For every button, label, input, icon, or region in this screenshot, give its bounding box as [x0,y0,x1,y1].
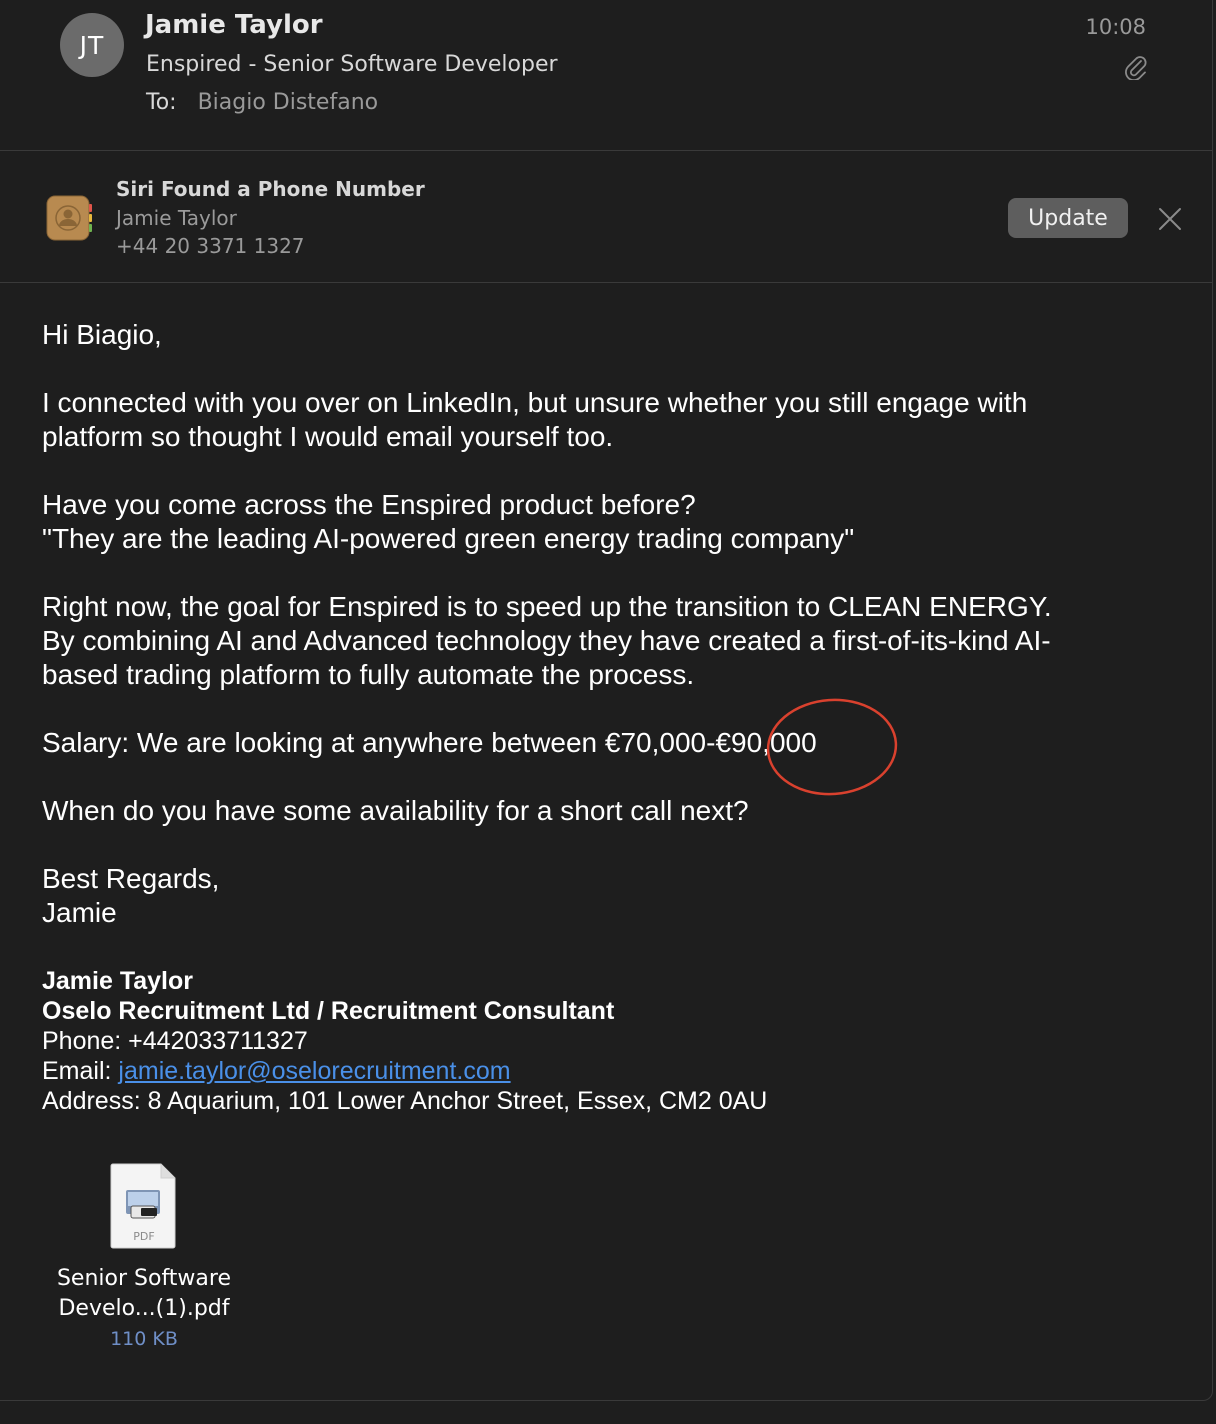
greeting: Hi Biagio, [42,319,162,350]
pdf-type-label: PDF [133,1230,154,1243]
siri-suggestion-contact-name: Jamie Taylor [116,206,237,230]
email-signature: Jamie Taylor Oselo Recruitment Ltd / Rec… [42,966,767,1116]
recipient-name[interactable]: Biagio Distefano [198,90,379,115]
email-window: JT Jamie Taylor Enspired - Senior Softwa… [0,0,1213,1401]
message-header: JT Jamie Taylor Enspired - Senior Softwa… [0,0,1212,151]
body-line: "They are the leading AI-powered green e… [42,523,855,554]
body-line: Right now, the goal for Enspired is to s… [42,591,1052,622]
signature-address: Address: 8 Aquarium, 101 Lower Anchor St… [42,1087,768,1115]
annotation-circle [766,698,898,796]
to-label: To: [146,90,177,115]
email-body: Hi Biagio, I connected with you over on … [42,318,1182,964]
signature-email-label: Email: [42,1057,119,1085]
closing: Best Regards, Jamie [42,862,1182,930]
closing-name: Jamie [42,897,117,928]
received-time: 10:08 [1085,15,1146,39]
signature-email-row: Email: jamie.taylor@oselorecruitment.com [42,1056,767,1086]
pdf-file-icon: PDF [110,1163,176,1249]
body-line: By combining AI and Advanced technology … [42,625,1051,656]
sender-avatar[interactable]: JT [60,13,124,77]
attachment-name-line: Senior Software [56,1266,232,1291]
attachment-size: 110 KB [110,1328,178,1350]
call-question: When do you have some availability for a… [42,795,749,826]
signature-name: Jamie Taylor [42,967,194,995]
closing-text: Best Regards, [42,863,220,894]
body-line: based trading platform to fully automate… [42,659,695,690]
signature-email-link[interactable]: jamie.taylor@oselorecruitment.com [118,1057,510,1085]
signature-company-role: Oselo Recruitment Ltd / Recruitment Cons… [42,997,615,1025]
body-paragraph: Have you come across the Enspired produc… [42,488,1182,556]
contacts-icon [46,195,92,241]
attachment-name: Senior Software Develo...(1).pdf [40,1264,248,1324]
attachment-name-line: Develo...(1).pdf [58,1296,230,1321]
sender-name[interactable]: Jamie Taylor [145,10,323,40]
paperclip-icon [1125,56,1147,80]
siri-suggestion-phone: +44 20 3371 1327 [116,234,305,258]
close-icon[interactable] [1158,207,1182,231]
body-paragraph: I connected with you over on LinkedIn, b… [42,386,1182,454]
signature-phone: Phone: +442033711327 [42,1027,308,1055]
recipient-row: To: Biagio Distefano [146,90,378,115]
body-line: platform so thought I would email yourse… [42,421,614,452]
salary-line: Salary: We are looking at anywhere betwe… [42,727,817,758]
body-line: Have you come across the Enspired produc… [42,489,696,520]
body-paragraph: Right now, the goal for Enspired is to s… [42,590,1182,692]
body-line: I connected with you over on LinkedIn, b… [42,387,1028,418]
siri-suggestion-title: Siri Found a Phone Number [116,177,425,201]
pdf-attachment[interactable]: PDF Senior Software Develo...(1).pdf 110… [40,1162,248,1354]
siri-suggestion-banner: Siri Found a Phone Number Jamie Taylor +… [0,151,1212,283]
update-contact-button[interactable]: Update [1008,198,1128,238]
email-subject: Enspired - Senior Software Developer [146,52,558,77]
